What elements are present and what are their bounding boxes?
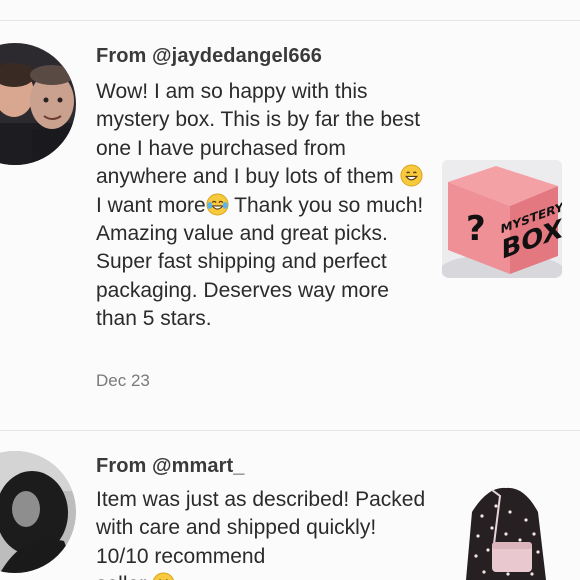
tears-of-joy-emoji-icon (206, 193, 229, 216)
review-text-part: Item was just as described! Packed with … (96, 488, 426, 568)
avatar-photo (0, 451, 76, 573)
reviewer-avatar[interactable] (0, 451, 76, 573)
grinning-face-emoji-icon (153, 572, 174, 580)
reviewer-avatar[interactable] (0, 43, 76, 165)
divider (0, 20, 580, 21)
review-text-part: Wow! I am so happy with this mystery box… (96, 80, 421, 189)
product-thumbnail[interactable] (448, 482, 558, 580)
divider (0, 430, 580, 431)
product-photo (448, 482, 558, 580)
avatar-photo (0, 43, 76, 165)
reviews-feed: From @jaydedangel666 Wow! I am so happy … (0, 0, 580, 580)
box-question-mark: ? (466, 209, 486, 249)
review-text: Wow! I am so happy with this mystery box… (96, 78, 426, 334)
review-text-part: seller (96, 573, 152, 580)
review-text: Item was just as described! Packed with … (96, 486, 426, 580)
grinning-face-emoji-icon (399, 164, 423, 187)
product-thumbnail[interactable]: ? MYSTERY BOX (442, 160, 562, 278)
mystery-box-image: ? MYSTERY BOX (442, 160, 562, 278)
reviewer-handle[interactable]: From @mmart_ (96, 455, 245, 478)
review-date: Dec 23 (96, 371, 150, 390)
reviewer-handle[interactable]: From @jaydedangel666 (96, 45, 322, 68)
review-text-part: I want more (96, 193, 206, 217)
